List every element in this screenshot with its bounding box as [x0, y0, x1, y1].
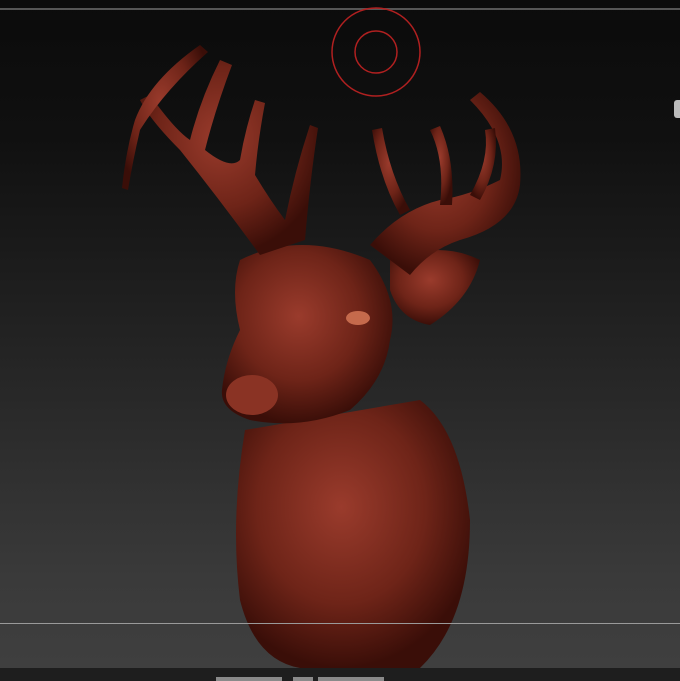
deer-right-tine-1	[430, 126, 453, 205]
brush-cursor-icon	[331, 7, 421, 97]
shelf-button[interactable]	[318, 677, 384, 681]
floor-grid-line	[0, 623, 680, 624]
deer-right-tine-2	[372, 128, 410, 215]
sculpt-viewport[interactable]	[0, 0, 680, 681]
deer-neck	[236, 400, 470, 668]
shelf-button[interactable]	[293, 677, 313, 681]
shelf-button[interactable]	[216, 677, 282, 681]
deer-nose	[226, 375, 278, 415]
deer-eye	[346, 311, 370, 325]
deer-model	[122, 7, 521, 668]
